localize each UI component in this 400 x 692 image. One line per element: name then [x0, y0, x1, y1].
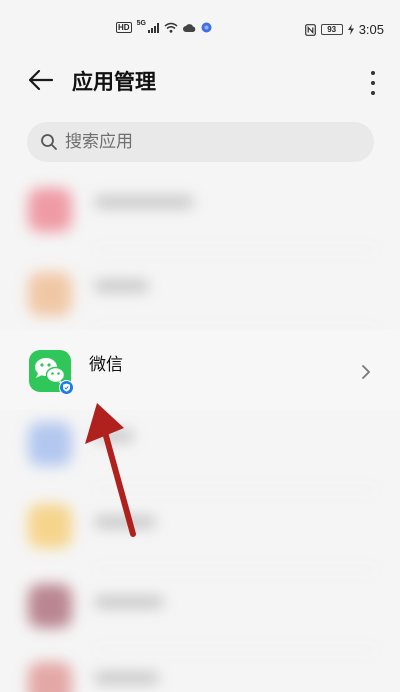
list-item[interactable] — [0, 570, 400, 650]
list-item[interactable] — [0, 410, 400, 490]
search-icon — [39, 132, 59, 152]
app-name-wechat: 微信 — [89, 355, 123, 375]
battery-level: 93 — [327, 25, 337, 34]
app-name-placeholder — [94, 516, 156, 528]
app-name-placeholder — [94, 196, 194, 208]
list-item[interactable] — [0, 490, 400, 570]
search-bar[interactable] — [27, 122, 374, 162]
wifi-icon — [164, 22, 178, 33]
shield-verified-icon — [59, 380, 74, 395]
network-type: 5G — [136, 20, 146, 27]
search-input[interactable] — [65, 132, 345, 152]
hd-badge: HD — [116, 22, 132, 33]
app-notification-icon — [201, 22, 212, 33]
app-name-placeholder — [94, 280, 149, 292]
status-time: 3:05 — [358, 22, 384, 37]
charging-icon — [347, 24, 354, 35]
battery-icon: 93 — [320, 24, 343, 35]
chevron-right-icon[interactable] — [358, 362, 374, 382]
app-icon — [28, 662, 72, 692]
status-bar: HD 5G 93 3:05 — [0, 0, 400, 48]
app-name-placeholder — [94, 596, 164, 608]
more-options-button[interactable] — [366, 68, 380, 98]
list-item[interactable] — [0, 646, 400, 692]
app-name-placeholder — [94, 672, 159, 684]
status-icons-right: 93 3:05 — [304, 22, 384, 37]
page-title: 应用管理 — [72, 70, 156, 94]
list-item[interactable] — [0, 170, 400, 250]
list-item[interactable] — [0, 250, 400, 330]
wechat-icon — [29, 350, 74, 395]
app-icon — [28, 584, 72, 628]
app-icon — [28, 422, 72, 466]
app-name-placeholder — [94, 430, 134, 442]
back-button[interactable] — [24, 63, 58, 97]
nfc-icon — [304, 23, 316, 36]
arrow-left-icon — [28, 69, 54, 91]
app-icon — [28, 504, 72, 548]
app-header: 应用管理 — [0, 55, 400, 105]
cloud-icon — [182, 24, 196, 32]
app-icon — [28, 188, 72, 232]
more-vertical-icon — [371, 71, 375, 75]
app-list — [0, 170, 400, 692]
app-icon — [28, 272, 72, 316]
status-icons-center: HD 5G — [116, 20, 212, 33]
signal-icon — [147, 22, 159, 33]
